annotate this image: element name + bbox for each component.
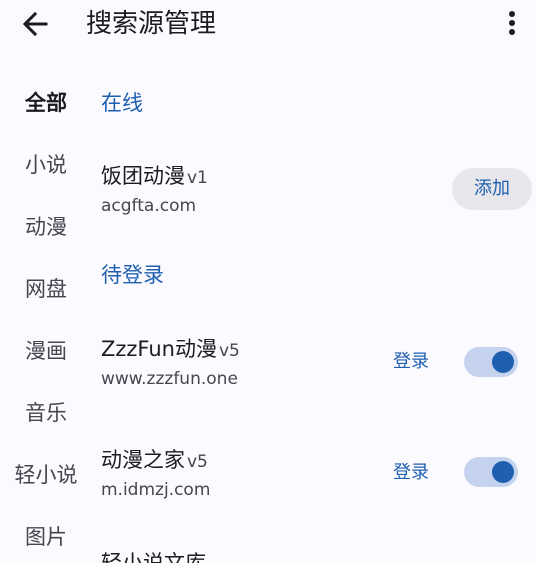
source-name: 动漫之家 v5 [101,446,208,476]
category-all[interactable]: 全部 [0,88,92,118]
category-music[interactable]: 音乐 [0,398,92,428]
source-enable-toggle[interactable] [464,347,518,377]
section-header-online: 在线 [101,91,143,115]
source-title: 动漫之家 [101,448,185,472]
toggle-knob [492,351,514,373]
more-vertical-icon [509,11,515,35]
category-anime[interactable]: 动漫 [0,212,92,242]
source-domain: acgfta.com [101,196,197,216]
category-novel[interactable]: 小说 [0,150,92,180]
section-header-pending-login: 待登录 [101,263,164,287]
category-light-novel[interactable]: 轻小说 [0,460,92,490]
source-domain: www.zzzfun.one [101,369,238,389]
source-item-partial: 轻小说文库 [101,551,206,563]
app-bar: 搜索源管理 [0,0,536,48]
category-images[interactable]: 图片 [0,522,92,552]
category-manga[interactable]: 漫画 [0,336,92,366]
source-version: v5 [187,452,208,472]
back-button[interactable] [18,6,54,42]
source-name: 饭团动漫 v1 [101,162,208,192]
toggle-knob [492,461,514,483]
login-button[interactable]: 登录 [386,348,436,376]
arrow-left-icon [22,11,48,37]
screen: 搜索源管理 全部 小说 动漫 网盘 漫画 音乐 轻小说 图片 在线 饭团动漫 v1… [0,0,536,563]
category-netdisk[interactable]: 网盘 [0,274,92,304]
add-source-button[interactable]: 添加 [452,168,532,210]
source-name: ZzzFun动漫 v5 [101,335,240,365]
source-title: 饭团动漫 [101,164,185,188]
source-version: v5 [218,341,240,361]
login-button[interactable]: 登录 [386,459,436,487]
source-enable-toggle[interactable] [464,457,518,487]
source-title: ZzzFun动漫 [101,337,217,361]
page-title: 搜索源管理 [86,9,217,39]
source-domain: m.idmzj.com [101,480,211,500]
source-version: v1 [187,168,208,188]
more-options-button[interactable] [500,6,524,42]
